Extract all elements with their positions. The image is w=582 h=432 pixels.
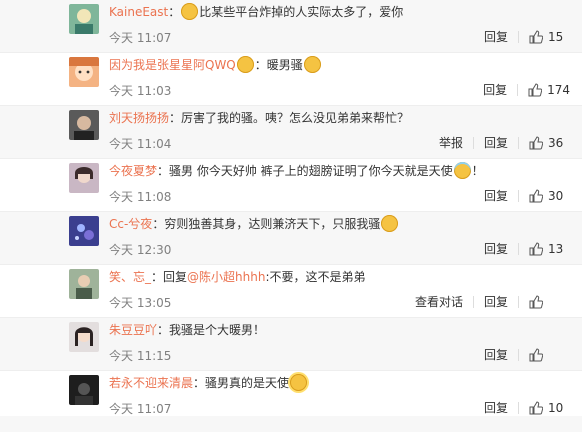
thumbs-up-icon [529, 136, 543, 150]
like-count: 174 [547, 83, 570, 97]
comment-time: 今天 13:05 [109, 296, 172, 310]
angel-emoji-icon [453, 162, 471, 179]
avatar[interactable] [69, 57, 99, 87]
next-comment-partial [0, 416, 582, 432]
comment-time: 今天 11:07 [109, 402, 172, 416]
reply-button[interactable]: 回复 [484, 295, 508, 309]
comment-item: 笑、忘_：回复@陈小超hhhh:不要，这不是弟弟 今天 13:05 查看对话 回… [0, 265, 582, 318]
like-count: 15 [548, 30, 564, 44]
comment-time: 今天 11:03 [109, 84, 172, 98]
comment-item: KaineEast： 比某些平台炸掉的人实际太多了，爱你 今天 11:07 回复 … [0, 0, 582, 53]
divider [472, 137, 474, 149]
like-button[interactable]: 13 [529, 242, 570, 256]
like-button[interactable] [529, 295, 570, 309]
comment-item: 朱豆豆吖：我骚是个大暖男！ 今天 11:15 回复 [0, 318, 582, 371]
mention-link[interactable]: @陈小超hhhh [187, 270, 265, 284]
divider [517, 84, 519, 96]
comment-username[interactable]: 因为我是张星星阿QWQ [109, 58, 236, 72]
reply-button[interactable]: 回复 [484, 189, 508, 203]
like-count: 36 [548, 136, 564, 150]
like-count: 10 [548, 401, 564, 415]
avatar[interactable] [69, 216, 99, 246]
smirk-emoji-icon [381, 215, 399, 232]
comment-text: ：骚男真的是天使 [193, 376, 290, 390]
smirk-emoji-icon [303, 56, 321, 73]
comment-time: 今天 11:07 [109, 31, 172, 45]
comment-item: 刘天扬扬扬：厉害了我的骚。咦？怎么没见弟弟来帮忙？ 今天 11:04 举报 回复… [0, 106, 582, 159]
comment-separator: ： [168, 5, 181, 19]
divider [518, 402, 519, 414]
avatar[interactable] [69, 269, 99, 299]
like-count: 13 [548, 242, 564, 256]
thumbs-up-icon [529, 189, 543, 203]
like-button[interactable]: 30 [529, 189, 570, 203]
report-button[interactable]: 举报 [439, 136, 463, 150]
sun-emoji-icon [290, 374, 308, 391]
view-conversation-button[interactable]: 查看对话 [415, 295, 463, 309]
comment-username[interactable]: 朱豆豆吖 [109, 323, 157, 337]
divider [472, 296, 474, 308]
avatar[interactable] [69, 110, 99, 140]
comment-text: 比某些平台炸掉的人实际太多了，爱你 [199, 5, 404, 19]
comment-item: 今夜夏梦：骚男 你今天好帅 裤子上的翅膀证明了你今天就是天使 ！ 今天 11:08… [0, 159, 582, 212]
comment-text: ：我骚是个大暖男！ [157, 323, 266, 337]
comment-text-after: :不要，这不是弟弟 [265, 270, 366, 284]
comment-feed: KaineEast： 比某些平台炸掉的人实际太多了，爱你 今天 11:07 回复 … [0, 0, 582, 432]
facepalm-emoji-icon [181, 3, 199, 20]
comment-time: 今天 11:04 [109, 137, 172, 151]
comment-item: Cc-兮夜：穷则独善其身，达则兼济天下，只服我骚 今天 12:30 回复 13 [0, 212, 582, 265]
reply-button[interactable]: 回复 [484, 242, 508, 256]
comment-text: ：回复 [151, 270, 188, 284]
thumbs-up-icon [529, 30, 543, 44]
avatar[interactable] [69, 322, 99, 352]
comment-item: 因为我是张星星阿QWQ ：暖男骚 今天 11:03 回复 174 [0, 53, 582, 106]
comment-username[interactable]: Cc-兮夜 [109, 217, 152, 231]
divider [518, 137, 519, 149]
heart-eyes-emoji-icon [236, 56, 254, 73]
comment-text: ：骚男 你今天好帅 裤子上的翅膀证明了你今天就是天使 [157, 164, 453, 178]
comment-text: ：厉害了我的骚。咦？怎么没见弟弟来帮忙？ [169, 111, 410, 125]
comment-time: 今天 11:08 [109, 190, 172, 204]
avatar[interactable] [69, 163, 99, 193]
like-button[interactable]: 174 [528, 83, 570, 97]
reply-button[interactable]: 回复 [484, 348, 508, 362]
comment-text: ：暖男骚 [254, 58, 303, 72]
avatar[interactable] [69, 375, 99, 405]
thumbs-up-icon [529, 295, 543, 309]
thumbs-up-icon [529, 401, 543, 415]
divider [518, 31, 519, 43]
comment-text: ：穷则独善其身，达则兼济天下，只服我骚 [152, 217, 381, 231]
comment-time: 今天 11:15 [109, 349, 172, 363]
comment-username[interactable]: 今夜夏梦 [109, 164, 157, 178]
reply-button[interactable]: 回复 [483, 83, 507, 97]
like-button[interactable]: 36 [529, 136, 570, 150]
thumbs-up-icon [529, 348, 543, 362]
reply-button[interactable]: 回复 [484, 30, 508, 44]
comment-username[interactable]: 笑、忘_ [109, 270, 151, 284]
divider [518, 296, 519, 308]
reply-button[interactable]: 回复 [484, 401, 508, 415]
like-count: 30 [548, 189, 564, 203]
like-button[interactable]: 10 [529, 401, 570, 415]
divider [518, 349, 519, 361]
comment-username[interactable]: KaineEast [109, 5, 168, 19]
like-button[interactable] [529, 348, 570, 362]
comment-username[interactable]: 刘天扬扬扬 [109, 111, 169, 125]
comment-username[interactable]: 若永不迎来清晨 [109, 376, 193, 390]
thumbs-up-icon [529, 242, 543, 256]
divider [518, 243, 519, 255]
reply-button[interactable]: 回复 [484, 136, 508, 150]
thumbs-up-icon [528, 83, 543, 97]
comment-text-after: ！ [471, 164, 484, 178]
divider [518, 190, 519, 202]
like-button[interactable]: 15 [529, 30, 570, 44]
comment-time: 今天 12:30 [109, 243, 172, 257]
avatar[interactable] [69, 4, 99, 34]
